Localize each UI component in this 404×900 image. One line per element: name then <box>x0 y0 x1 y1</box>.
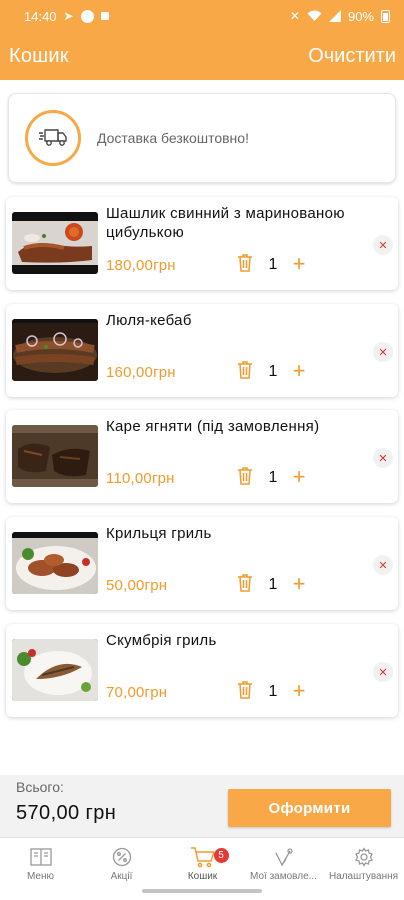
remove-item-button[interactable]: ✕ <box>373 342 393 362</box>
status-bar: 14:40 ➤ ✕ 90% <box>0 0 404 32</box>
cart-count-badge: 5 <box>213 848 229 863</box>
item-price: 160,00грн <box>106 364 176 381</box>
item-quantity: 1 <box>268 576 278 593</box>
notification-dot-icon <box>100 12 109 20</box>
delivery-text: Доставка безкоштовно! <box>97 130 249 146</box>
menu-book-icon <box>29 846 53 868</box>
item-name: Крильця гриль <box>106 525 212 542</box>
item-price: 180,00грн <box>106 257 176 274</box>
trash-icon[interactable] <box>237 254 253 272</box>
nav-item-my-orders[interactable]: Мої замовле... <box>243 838 324 888</box>
increase-quantity-button[interactable]: + <box>290 360 308 382</box>
cart-icon: 5 <box>190 846 229 868</box>
checkout-button[interactable]: Оформити <box>228 789 391 827</box>
nav-label: Кошик <box>187 871 218 882</box>
trash-icon[interactable] <box>237 681 253 699</box>
item-name: Люля-кебаб <box>106 312 192 329</box>
increase-quantity-button[interactable]: + <box>290 573 308 595</box>
page-title: Кошик <box>9 44 69 67</box>
cart-item: Каре ягняти (під замовлення) 110,00грн 1… <box>6 410 398 503</box>
gear-icon <box>354 846 374 868</box>
orders-icon <box>273 846 295 868</box>
item-quantity: 1 <box>268 683 278 700</box>
remove-item-button[interactable]: ✕ <box>373 555 393 575</box>
nav-item-cart[interactable]: 5 Кошик <box>162 838 243 888</box>
item-quantity: 1 <box>268 256 278 273</box>
cart-item: Скумбрія гриль 70,00грн 1 + ✕ <box>6 624 398 717</box>
home-indicator[interactable] <box>142 889 262 893</box>
status-time: 14:40 <box>24 8 57 24</box>
trash-icon[interactable] <box>237 361 253 379</box>
delivery-banner: Доставка безкоштовно! <box>8 93 396 183</box>
item-image <box>12 319 98 381</box>
percent-icon <box>112 846 132 868</box>
item-image <box>12 425 98 487</box>
telegram-icon: ➤ <box>63 9 74 23</box>
nav-item-menu[interactable]: Меню <box>0 838 81 888</box>
messenger-icon <box>80 9 94 23</box>
status-left: 14:40 ➤ <box>24 9 109 24</box>
signal-icon <box>328 10 341 22</box>
remove-item-button[interactable]: ✕ <box>373 448 393 468</box>
item-price: 70,00грн <box>106 684 168 701</box>
trash-icon[interactable] <box>237 574 253 592</box>
battery-percent: 90% <box>347 8 374 24</box>
remove-item-button[interactable]: ✕ <box>373 662 393 682</box>
trash-icon[interactable] <box>237 467 253 485</box>
total-value: 570,00 грн <box>16 802 117 824</box>
wifi-icon <box>307 10 322 21</box>
clear-cart-button[interactable]: Очистити <box>308 45 396 68</box>
item-name: Шашлик свинний з маринованою цибулькою <box>106 205 345 241</box>
item-image <box>12 532 98 594</box>
nav-label: Мої замовле... <box>250 871 317 882</box>
item-price: 110,00грн <box>106 470 175 487</box>
increase-quantity-button[interactable]: + <box>290 253 308 275</box>
item-quantity: 1 <box>268 363 278 380</box>
item-price: 50,00грн <box>106 577 168 594</box>
delivery-truck-badge <box>25 110 81 166</box>
increase-quantity-button[interactable]: + <box>290 466 308 488</box>
nav-item-promotions[interactable]: Акції <box>81 838 162 888</box>
item-image <box>12 212 98 274</box>
remove-item-button[interactable]: ✕ <box>373 235 393 255</box>
app-header: Кошик Очистити <box>0 32 404 80</box>
total-bar: Всього: 570,00 грн Оформити <box>0 775 404 837</box>
cart-item: Шашлик свинний з маринованою цибулькою 1… <box>6 197 398 290</box>
item-image <box>12 639 98 701</box>
status-right: ✕ 90% <box>290 9 390 24</box>
item-name: Скумбрія гриль <box>106 632 217 649</box>
truck-icon <box>39 129 67 146</box>
increase-quantity-button[interactable]: + <box>290 680 308 702</box>
cart-item: Крильця гриль 50,00грн 1 + ✕ <box>6 517 398 610</box>
nav-label: Меню <box>26 871 55 882</box>
item-quantity: 1 <box>268 469 278 486</box>
nav-item-settings[interactable]: Налаштування <box>323 838 404 888</box>
cart-item: Люля-кебаб 160,00грн 1 + ✕ <box>6 304 398 397</box>
item-name: Каре ягняти (під замовлення) <box>106 418 320 435</box>
nav-label: Акції <box>110 871 133 882</box>
nav-label: Налаштування <box>328 871 399 882</box>
total-label: Всього: <box>16 779 64 795</box>
mute-icon: ✕ <box>289 9 300 23</box>
battery-icon <box>381 9 390 23</box>
